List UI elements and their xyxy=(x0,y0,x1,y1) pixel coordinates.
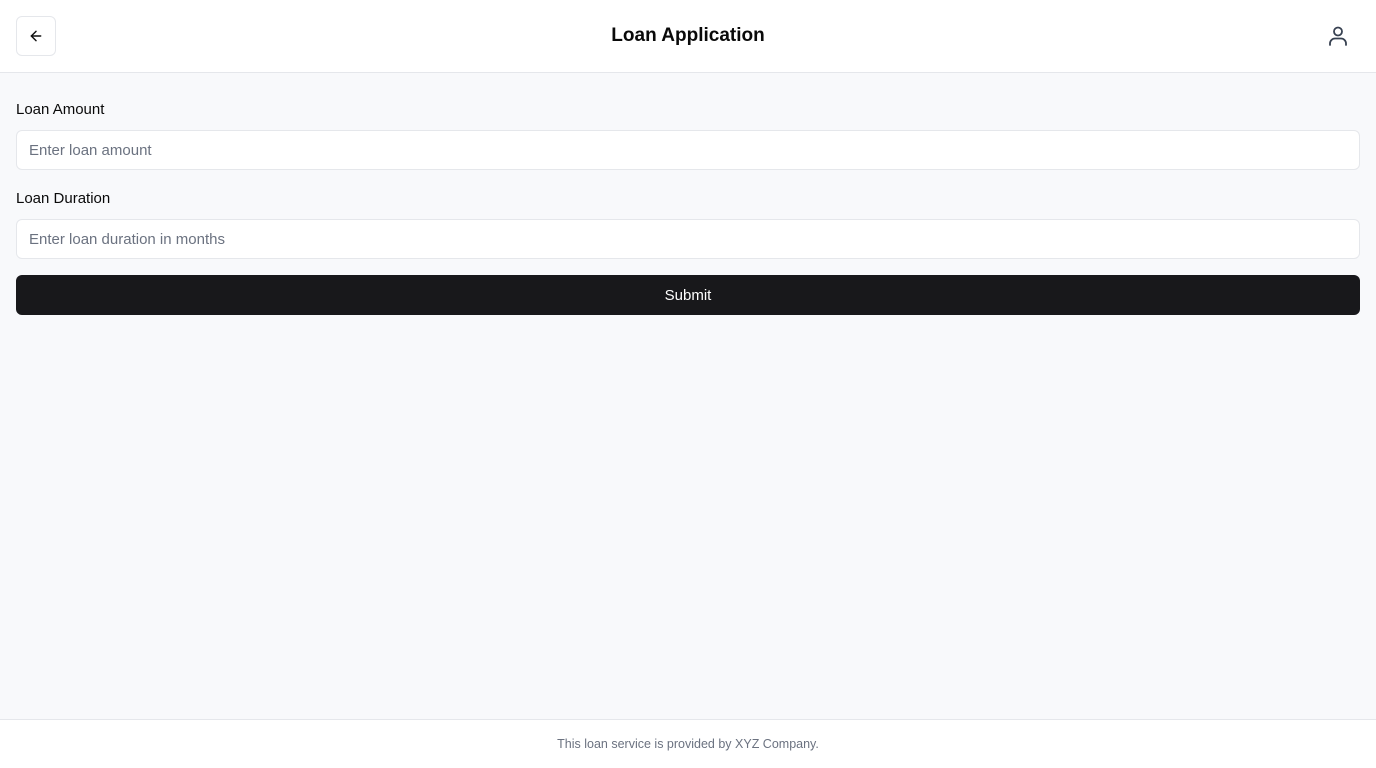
loan-form: Loan Amount Loan Duration Submit xyxy=(16,73,1360,315)
user-icon xyxy=(1329,26,1347,46)
loan-amount-input[interactable] xyxy=(16,130,1360,170)
footer: This loan service is provided by XYZ Com… xyxy=(0,719,1376,768)
submit-button[interactable]: Submit xyxy=(16,275,1360,315)
profile-button[interactable] xyxy=(1324,22,1352,50)
app-header: Loan Application xyxy=(0,0,1376,73)
loan-amount-label: Loan Amount xyxy=(16,101,105,118)
loan-duration-input[interactable] xyxy=(16,219,1360,259)
footer-text: This loan service is provided by XYZ Com… xyxy=(557,737,819,751)
page-title: Loan Application xyxy=(611,25,765,46)
loan-duration-label: Loan Duration xyxy=(16,190,111,207)
